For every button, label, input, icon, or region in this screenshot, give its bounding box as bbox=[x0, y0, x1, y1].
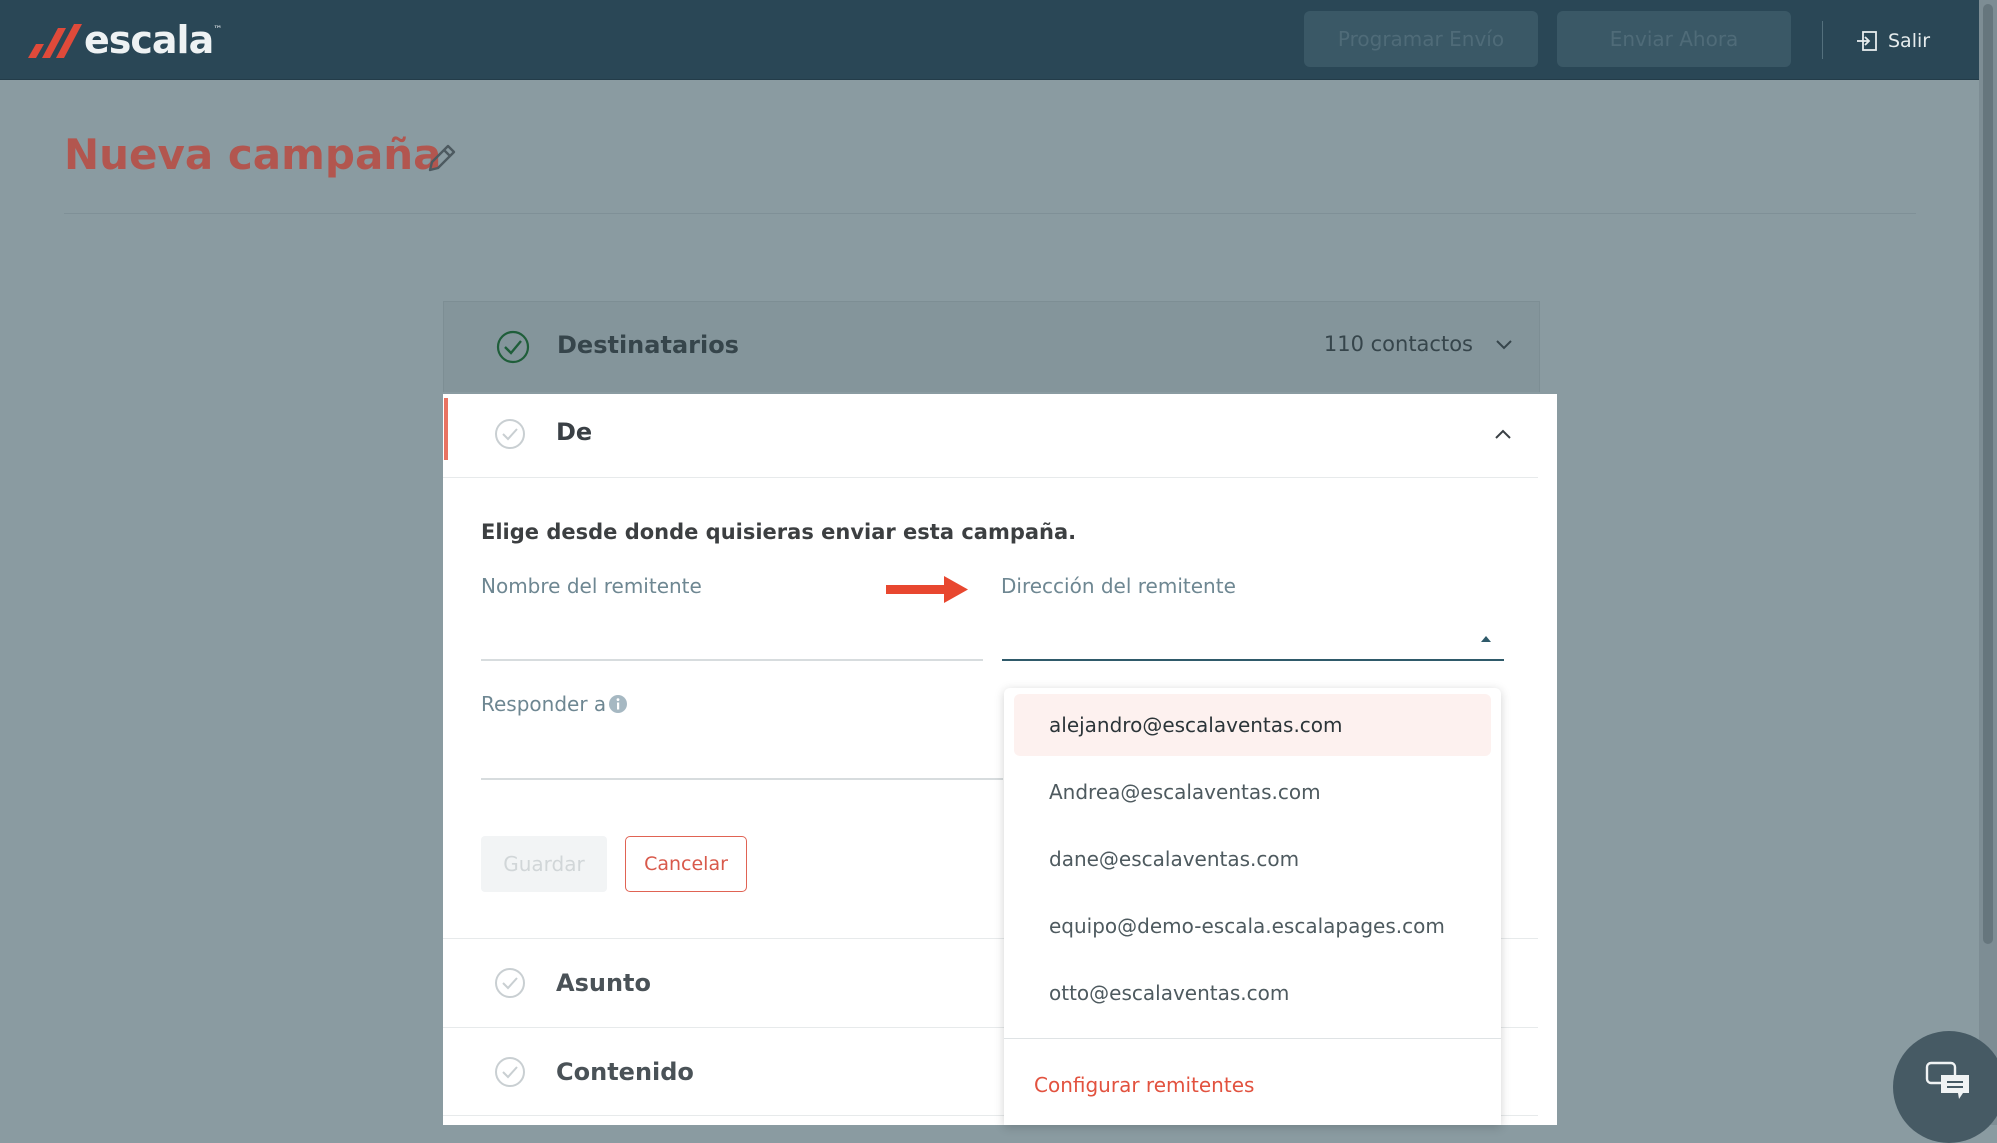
save-button[interactable]: Guardar bbox=[481, 836, 607, 892]
sender-address-label: Dirección del remitente bbox=[1001, 574, 1236, 598]
content-label[interactable]: Contenido bbox=[556, 1058, 694, 1086]
info-icon[interactable] bbox=[608, 694, 628, 714]
scrollbar-thumb[interactable] bbox=[1983, 4, 1993, 944]
subject-label[interactable]: Asunto bbox=[556, 969, 651, 997]
logo-slashes-icon bbox=[28, 24, 82, 58]
logo-trademark: ™ bbox=[213, 25, 223, 35]
header-divider bbox=[1822, 21, 1823, 59]
pending-check-icon bbox=[495, 419, 525, 449]
active-section-indicator bbox=[444, 398, 448, 460]
completed-check-icon bbox=[496, 330, 530, 364]
top-bar: escala ™ Programar Envío Enviar Ahora Sa… bbox=[0, 0, 1997, 80]
chevron-down-icon bbox=[1496, 340, 1512, 350]
page-title: Nueva campaña bbox=[64, 130, 442, 179]
from-instruction: Elige desde donde quisieras enviar esta … bbox=[481, 520, 1077, 544]
reply-to-label: Responder a bbox=[481, 692, 607, 716]
from-label: De bbox=[556, 418, 593, 446]
sender-address-dropdown: alejandro@escalaventas.com Andrea@escala… bbox=[1004, 688, 1501, 1125]
pending-check-icon bbox=[495, 1057, 525, 1087]
dropdown-option[interactable]: otto@escalaventas.com bbox=[1014, 962, 1491, 1024]
dropdown-option[interactable]: dane@escalaventas.com bbox=[1014, 828, 1491, 890]
cancel-button[interactable]: Cancelar bbox=[625, 836, 747, 892]
logout-button[interactable]: Salir bbox=[1856, 26, 1930, 56]
from-header-divider bbox=[443, 477, 1538, 478]
sender-name-label: Nombre del remitente bbox=[481, 574, 702, 598]
reply-to-input[interactable] bbox=[481, 778, 1003, 780]
dropdown-option[interactable]: equipo@demo-escala.escalapages.com bbox=[1014, 895, 1491, 957]
logo-text: escala bbox=[84, 18, 214, 62]
select-caret-up-icon[interactable] bbox=[1480, 634, 1492, 644]
send-now-button[interactable]: Enviar Ahora bbox=[1557, 11, 1791, 67]
chevron-up-icon[interactable] bbox=[1494, 427, 1512, 441]
sender-name-input[interactable] bbox=[481, 659, 983, 661]
dropdown-option[interactable]: Andrea@escalaventas.com bbox=[1014, 761, 1491, 823]
logout-icon bbox=[1857, 31, 1877, 51]
escala-logo[interactable]: escala ™ bbox=[26, 18, 223, 62]
pending-check-icon bbox=[495, 968, 525, 998]
chat-icon bbox=[1925, 1061, 1969, 1099]
sender-address-select[interactable] bbox=[1002, 659, 1504, 661]
configure-senders-link[interactable]: Configurar remitentes bbox=[1034, 1073, 1254, 1097]
logout-label: Salir bbox=[1888, 30, 1931, 52]
recipients-section-header[interactable]: Destinatarios 110 contactos bbox=[443, 301, 1540, 392]
edit-title-pencil-icon[interactable] bbox=[424, 142, 458, 176]
recipients-label: Destinatarios bbox=[557, 331, 739, 359]
schedule-send-button[interactable]: Programar Envío bbox=[1304, 11, 1538, 67]
dropdown-divider bbox=[1004, 1038, 1501, 1039]
dropdown-option[interactable]: alejandro@escalaventas.com bbox=[1014, 694, 1491, 756]
title-divider bbox=[64, 213, 1916, 214]
arrow-right-icon bbox=[886, 576, 968, 603]
chat-launcher-button[interactable] bbox=[1893, 1031, 1997, 1143]
recipients-count: 110 contactos bbox=[1323, 332, 1473, 356]
